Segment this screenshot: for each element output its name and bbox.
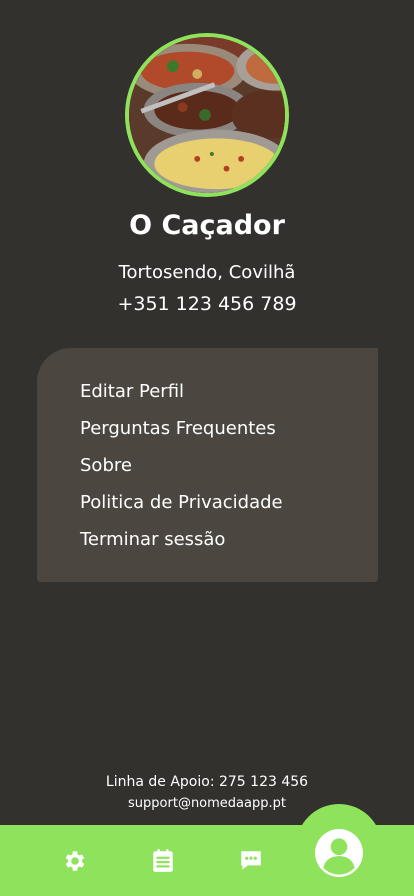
menu-item-edit-profile[interactable]: Editar Perfil (37, 378, 378, 415)
nav-messages-button[interactable] (231, 841, 271, 881)
food-photo (129, 37, 285, 193)
menu-item-about[interactable]: Sobre (37, 452, 378, 489)
nav-settings-button[interactable] (55, 841, 95, 881)
gear-icon (65, 851, 85, 871)
support-phone: Linha de Apoio: 275 123 456 (105, 774, 309, 790)
restaurant-name: O Caçador (129, 210, 285, 241)
nav-profile-button[interactable] (312, 826, 366, 880)
profile-avatar[interactable] (125, 33, 289, 197)
user-icon (315, 829, 363, 877)
menu-item-privacy-policy[interactable]: Politica de Privacidade (37, 489, 378, 526)
restaurant-phone: +351 123 456 789 (117, 293, 297, 315)
profile-menu: Editar Perfil Perguntas Frequentes Sobre… (37, 348, 378, 582)
restaurant-location: Tortosendo, Covilhã (118, 262, 296, 283)
list-icon (153, 849, 173, 872)
menu-item-logout[interactable]: Terminar sessão (37, 526, 378, 563)
nav-orders-button[interactable] (143, 841, 183, 881)
menu-item-faq[interactable]: Perguntas Frequentes (37, 415, 378, 452)
chat-icon (241, 851, 261, 870)
